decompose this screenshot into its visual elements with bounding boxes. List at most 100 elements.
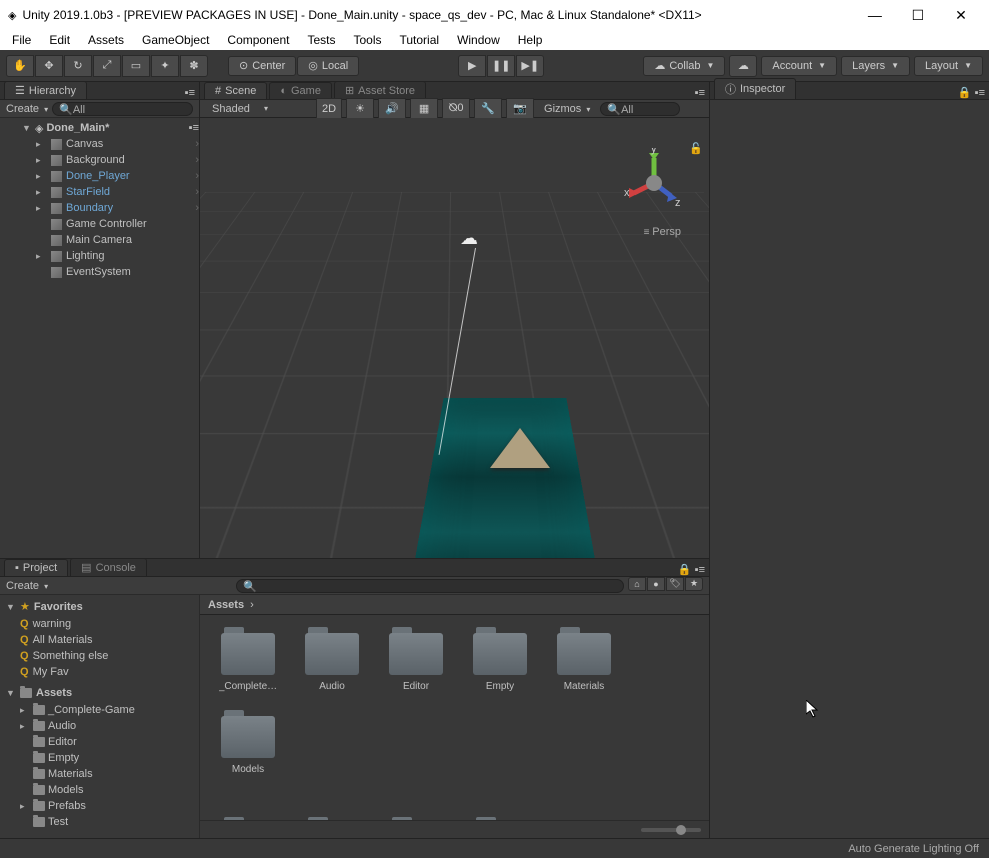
favorite-item[interactable]: QMy Fav (0, 664, 199, 680)
panel-lock-icon[interactable]: 🔒 ▪≡ (674, 563, 709, 576)
hierarchy-item[interactable]: Main Camera (0, 232, 199, 248)
asset-tree-item[interactable]: ▸Prefabs (0, 798, 199, 814)
pause-button[interactable]: ❚❚ (487, 55, 515, 77)
asset-tree-item[interactable]: ▸Audio (0, 718, 199, 734)
close-button[interactable]: ✕ (941, 7, 981, 24)
inspector-tab[interactable]: ⓘInspector (714, 78, 796, 99)
expand-arrow-icon[interactable]: ▸ (20, 705, 30, 716)
mode-2d-button[interactable]: 2D (316, 98, 342, 120)
expand-arrow-icon[interactable]: ▸ (20, 801, 30, 812)
favorite-item[interactable]: QSomething else (0, 648, 199, 664)
asset-tree-item[interactable]: Materials (0, 766, 199, 782)
lock-icon[interactable]: 🔓 (689, 142, 703, 155)
hierarchy-tab[interactable]: ☰Hierarchy (4, 81, 87, 99)
project-tree[interactable]: ▼★Favorites QwarningQAll MaterialsQSomet… (0, 595, 200, 838)
console-tab[interactable]: ▤Console (70, 558, 147, 576)
gizmos-dropdown[interactable]: Gizmos ▾ (538, 103, 596, 115)
cloud-button[interactable]: ☁ (729, 55, 757, 77)
panel-lock-icon[interactable]: 🔒 ▪≡ (954, 86, 989, 99)
favorite-item[interactable]: Qwarning (0, 616, 199, 632)
hierarchy-search-input[interactable]: 🔍All (52, 102, 193, 116)
slider-thumb[interactable] (676, 825, 686, 835)
hierarchy-item[interactable]: ▸Done_Player› (0, 168, 199, 184)
rotate-tool-button[interactable]: ↻ (64, 55, 92, 77)
asset-folder-item[interactable]: Models (218, 716, 278, 775)
asset-tree-item[interactable]: Test (0, 814, 199, 830)
account-button[interactable]: Account▼ (761, 56, 837, 76)
menu-assets[interactable]: Assets (80, 31, 132, 49)
camera-gizmo-icon[interactable]: ☁ (460, 228, 478, 249)
expand-arrow-icon[interactable]: ▸ (36, 251, 46, 262)
projection-label[interactable]: ≡ Persp (644, 226, 681, 238)
menu-file[interactable]: File (4, 31, 39, 49)
scene-search-input[interactable]: 🔍All (600, 102, 680, 116)
collab-button[interactable]: ☁Collab▼ (643, 56, 725, 76)
scene-row[interactable]: ▼ ◈ Done_Main* ▪≡ (0, 120, 199, 136)
asset-store-tab[interactable]: ⊞Asset Store (334, 81, 426, 99)
expand-arrow-icon[interactable]: ▸ (20, 721, 30, 732)
lighting-status[interactable]: Auto Generate Lighting Off (848, 843, 979, 855)
move-tool-button[interactable]: ✥ (35, 55, 63, 77)
asset-folder-item[interactable]: Materials (554, 633, 614, 692)
grid-size-slider[interactable] (641, 828, 701, 832)
fx-toggle[interactable]: ▦ (410, 98, 438, 120)
filter-button-4[interactable]: ★ (685, 577, 703, 591)
player-ship-object[interactable] (490, 428, 550, 468)
menu-component[interactable]: Component (219, 31, 297, 49)
hierarchy-item[interactable]: ▸StarField› (0, 184, 199, 200)
camera-toggle[interactable]: 📷 (506, 98, 534, 120)
hidden-toggle[interactable]: ⦰0 (442, 98, 470, 120)
project-search-input[interactable]: 🔍 (236, 579, 624, 593)
menu-tools[interactable]: Tools (345, 31, 389, 49)
menu-tutorial[interactable]: Tutorial (391, 31, 447, 49)
scene-menu-icon[interactable]: ▪≡ (189, 122, 199, 134)
expand-arrow-icon[interactable]: ▸ (36, 155, 46, 166)
expand-arrow-icon[interactable]: ▼ (22, 123, 32, 133)
breadcrumb-item[interactable]: Assets (208, 599, 244, 611)
layers-button[interactable]: Layers▼ (841, 56, 910, 76)
hierarchy-item[interactable]: ▸Background› (0, 152, 199, 168)
project-create-button[interactable]: Create ▾ (6, 580, 48, 592)
asset-folder-item[interactable]: _Complete… (218, 633, 278, 692)
tools-toggle[interactable]: 🔧 (474, 98, 502, 120)
asset-tree-item[interactable]: ▸_Complete-Game (0, 702, 199, 718)
favorites-header[interactable]: ▼★Favorites (0, 597, 199, 616)
menu-tests[interactable]: Tests (299, 31, 343, 49)
scale-tool-button[interactable]: ⤢ (93, 55, 121, 77)
filter-button-3[interactable]: 🏷 (666, 577, 684, 591)
menu-window[interactable]: Window (449, 31, 508, 49)
asset-tree-item[interactable]: Models (0, 782, 199, 798)
menu-help[interactable]: Help (510, 31, 551, 49)
shading-mode-button[interactable]: Shaded (204, 103, 258, 115)
filter-button-1[interactable]: ⌂ (628, 577, 646, 591)
hierarchy-create-button[interactable]: Create ▾ (6, 103, 48, 115)
hierarchy-item[interactable]: ▸Lighting (0, 248, 199, 264)
lighting-toggle[interactable]: ☀ (346, 98, 374, 120)
filter-button-2[interactable]: ● (647, 577, 665, 591)
menu-gameobject[interactable]: GameObject (134, 31, 217, 49)
expand-arrow-icon[interactable]: ▸ (36, 187, 46, 198)
transform-tool-button[interactable]: ✦ (151, 55, 179, 77)
expand-arrow-icon[interactable]: ▸ (36, 203, 46, 214)
expand-arrow-icon[interactable]: ▸ (36, 171, 46, 182)
minimize-button[interactable]: — (855, 7, 895, 23)
hierarchy-item[interactable]: ▸Boundary› (0, 200, 199, 216)
pivot-local-button[interactable]: ◎Local (297, 56, 359, 76)
maximize-button[interactable]: ☐ (898, 7, 938, 24)
scene-viewport[interactable]: ☁ x y z (200, 118, 709, 558)
hierarchy-item[interactable]: Game Controller (0, 216, 199, 232)
rect-tool-button[interactable]: ▭ (122, 55, 150, 77)
step-button[interactable]: ▶❚ (516, 55, 544, 77)
asset-grid[interactable]: _Complete…AudioEditorEmptyMaterialsModel… (200, 615, 709, 820)
panel-menu-icon[interactable]: ▪≡ (691, 87, 709, 99)
play-button[interactable]: ▶ (458, 55, 486, 77)
expand-arrow-icon[interactable]: ▸ (36, 139, 46, 150)
layout-button[interactable]: Layout▼ (914, 56, 983, 76)
favorite-item[interactable]: QAll Materials (0, 632, 199, 648)
asset-folder-item[interactable]: Audio (302, 633, 362, 692)
audio-toggle[interactable]: 🔊 (378, 98, 406, 120)
menu-edit[interactable]: Edit (41, 31, 78, 49)
game-tab[interactable]: ◐Game (269, 82, 332, 99)
hierarchy-item[interactable]: ▸Canvas› (0, 136, 199, 152)
hierarchy-tree[interactable]: ▼ ◈ Done_Main* ▪≡ ▸Canvas›▸Background›▸D… (0, 118, 199, 558)
